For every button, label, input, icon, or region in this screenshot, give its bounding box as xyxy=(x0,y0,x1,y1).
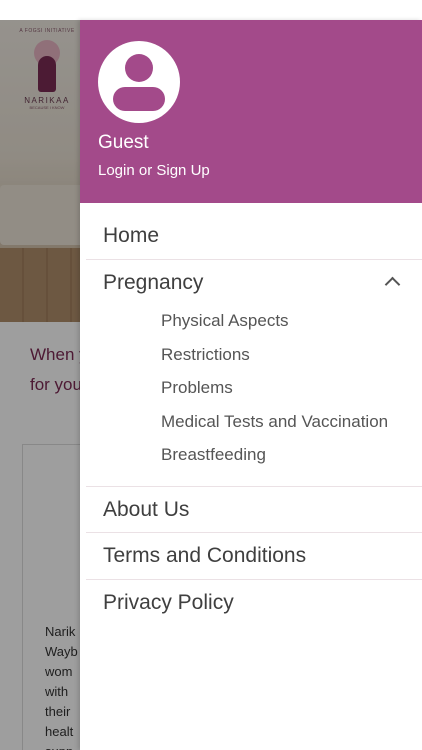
pregnancy-label: Pregnancy xyxy=(103,271,204,294)
pregnancy-header[interactable]: Pregnancy xyxy=(103,260,422,306)
menu-item-privacy-policy[interactable]: Privacy Policy xyxy=(86,580,422,626)
login-signup-link[interactable]: Login or Sign Up xyxy=(98,162,210,179)
submenu-item-physical-aspects[interactable]: Physical Aspects xyxy=(161,304,422,338)
submenu-item-medical-tests[interactable]: Medical Tests and Vaccination xyxy=(161,405,422,439)
user-name: Guest xyxy=(98,132,149,153)
menu-item-pregnancy: Pregnancy Physical Aspects Restrictions … xyxy=(86,260,422,487)
status-bar xyxy=(0,0,422,20)
app-screen: A FOGSI INITIATIVE NARIKAA BECAUSE I KNO… xyxy=(0,0,422,750)
chevron-up-icon[interactable] xyxy=(384,276,401,293)
drawer-header: Guest Login or Sign Up xyxy=(80,20,422,203)
drawer-menu: Home Pregnancy Physical Aspects Restrict… xyxy=(80,203,422,626)
submenu-item-problems[interactable]: Problems xyxy=(161,371,422,405)
menu-item-about-us[interactable]: About Us xyxy=(86,487,422,533)
pregnancy-submenu: Physical Aspects Restrictions Problems M… xyxy=(103,304,422,472)
user-avatar-icon[interactable] xyxy=(98,41,180,123)
navigation-drawer: Guest Login or Sign Up Home Pregnancy Ph… xyxy=(80,20,422,750)
menu-item-terms[interactable]: Terms and Conditions xyxy=(86,533,422,580)
submenu-item-restrictions[interactable]: Restrictions xyxy=(161,338,422,372)
menu-item-home[interactable]: Home xyxy=(86,203,422,260)
submenu-item-breastfeeding[interactable]: Breastfeeding xyxy=(161,438,422,472)
